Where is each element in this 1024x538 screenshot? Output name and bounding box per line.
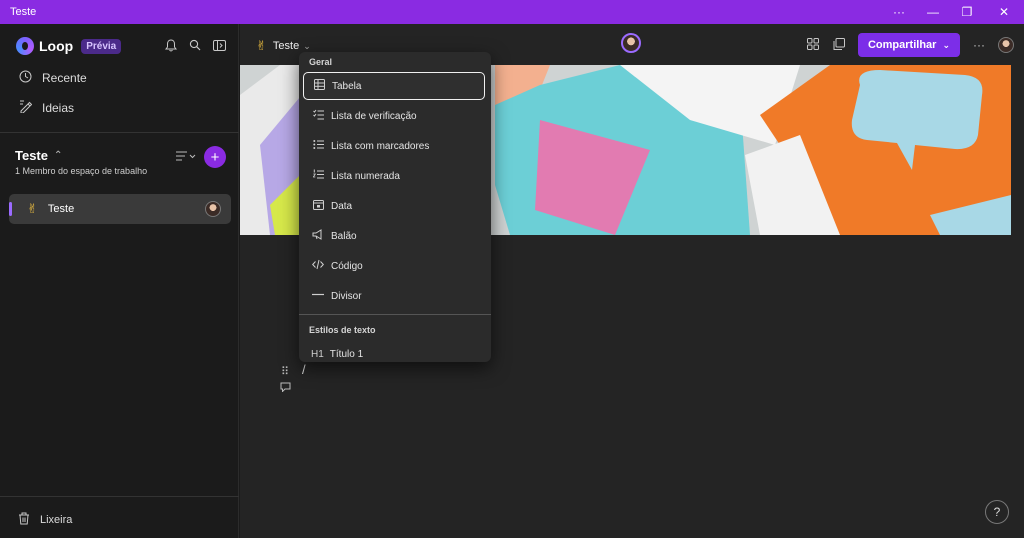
checklist-icon (311, 109, 325, 123)
trash-icon (18, 512, 30, 528)
active-indicator (9, 202, 12, 216)
apps-icon[interactable] (806, 37, 820, 53)
menu-item-code[interactable]: Código (303, 252, 485, 280)
workspace-title[interactable]: Teste ⌃ (15, 148, 62, 163)
chevron-updown-icon: ⌃ (54, 150, 63, 161)
trash-label: Lixeira (40, 514, 73, 526)
code-icon (311, 259, 325, 273)
page-emoji: ✌ (27, 201, 38, 216)
menu-item-bullet-list[interactable]: Lista com marcadores (303, 132, 485, 160)
copy-icon[interactable] (832, 37, 846, 53)
add-page-button[interactable]: + (204, 146, 226, 168)
sidebar-item-label: Ideias (42, 101, 75, 115)
section-general: Geral (309, 57, 333, 67)
sidebar-item-trash[interactable]: Lixeira (18, 512, 72, 528)
chevron-down-icon: ⌄ (303, 40, 311, 51)
table-icon (312, 79, 326, 93)
bell-icon[interactable] (164, 38, 178, 52)
app-logo: Loop Prévia (16, 36, 122, 56)
doc-title-text: Teste (272, 40, 300, 52)
insert-command-menu: Geral Tabela Lista de verificação Lista … (299, 52, 491, 362)
numbered-list-icon (311, 169, 325, 183)
menu-item-date[interactable]: Data (303, 192, 485, 220)
avatar[interactable] (998, 37, 1014, 53)
comment-icon[interactable] (280, 382, 291, 395)
menu-item-table[interactable]: Tabela (303, 72, 485, 100)
close-button[interactable]: ✕ (984, 0, 1024, 24)
collapse-sidebar-icon[interactable] (212, 38, 226, 52)
clock-icon (18, 70, 32, 86)
more-options-icon[interactable]: ··· (972, 38, 986, 52)
menu-item-numbered-list[interactable]: Lista numerada (303, 162, 485, 190)
share-label: Compartilhar (867, 39, 937, 51)
minimize-button[interactable]: — (916, 0, 950, 24)
menu-item-callout[interactable]: Balão (303, 222, 485, 250)
menu-item-label: Data (331, 200, 353, 212)
megaphone-icon (311, 229, 325, 243)
more-options-icon[interactable]: ··· (882, 0, 916, 24)
heading-1-icon: H1 (311, 348, 324, 360)
chevron-down-icon: ⌄ (942, 39, 950, 50)
sidebar-item-ideas[interactable]: Ideias (18, 98, 74, 118)
sidebar-divider (0, 496, 239, 497)
menu-item-label: Título 1 (329, 348, 364, 360)
workspace-members: 1 Membro do espaço de trabalho (15, 166, 148, 176)
restore-button[interactable]: ❐ (950, 0, 984, 24)
title-bar: Teste ··· — ❐ ✕ (0, 0, 1024, 24)
sidebar-page-item[interactable]: ✌ Teste (9, 194, 231, 224)
preview-badge: Prévia (81, 38, 122, 54)
menu-item-divider[interactable]: Divisor (303, 282, 485, 310)
menu-item-label: Lista com marcadores (331, 140, 430, 152)
sort-icon[interactable] (176, 150, 196, 165)
divider-icon (311, 289, 325, 303)
menu-item-label: Lista de verificação (331, 110, 417, 122)
calendar-icon (311, 199, 325, 213)
loop-logo-icon (16, 37, 34, 55)
menu-item-label: Divisor (331, 290, 362, 302)
menu-item-checklist[interactable]: Lista de verificação (303, 102, 485, 130)
sidebar: Loop Prévia Recente Ideias Teste ⌃ 1 Mem… (0, 24, 239, 538)
menu-item-label: Código (331, 260, 363, 272)
avatar (205, 201, 221, 217)
sidebar-item-recent[interactable]: Recente (18, 68, 87, 88)
menu-separator (299, 314, 491, 315)
workspace-name: Teste (15, 148, 48, 163)
drag-handle-icon[interactable]: ⠿ (281, 365, 289, 378)
menu-item-heading-1[interactable]: H1 Título 1 (303, 340, 485, 368)
section-text-styles: Estilos de texto (309, 325, 376, 335)
bullet-list-icon (311, 139, 325, 153)
collaborator-avatar[interactable] (621, 33, 641, 53)
app-name: Loop (39, 38, 74, 54)
search-icon[interactable] (188, 38, 202, 52)
menu-item-label: Lista numerada (331, 170, 400, 182)
menu-item-label: Tabela (332, 80, 362, 92)
ideas-icon (18, 100, 32, 116)
sidebar-divider (0, 132, 239, 133)
menu-item-label: Balão (331, 230, 357, 242)
share-button[interactable]: Compartilhar ⌄ (857, 33, 960, 57)
doc-emoji: ✌ (256, 38, 267, 53)
sidebar-item-label: Recente (42, 71, 87, 85)
help-button[interactable]: ? (985, 500, 1009, 524)
window-title: Teste (10, 6, 37, 18)
page-label: Teste (47, 203, 75, 215)
